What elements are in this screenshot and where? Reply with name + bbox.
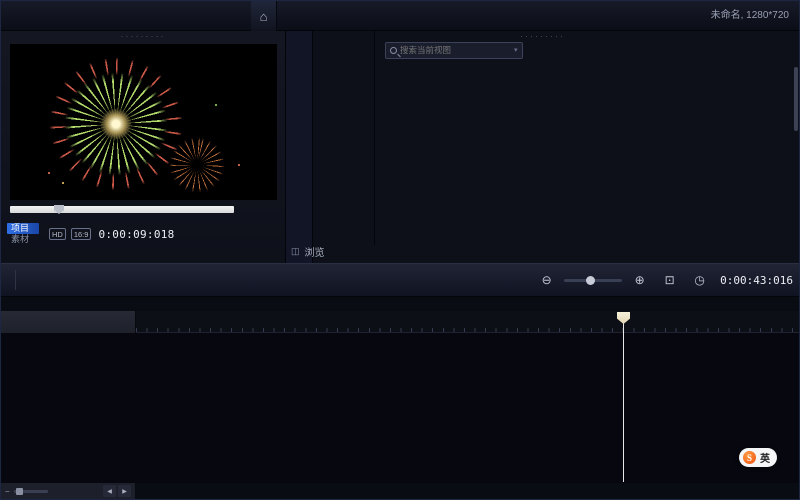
scrub-bar[interactable] — [10, 206, 234, 213]
timeline-bottom-strip: − ◀ ▶ — [1, 483, 799, 499]
zoom-minus-icon[interactable]: − — [5, 487, 10, 496]
preview-timecode[interactable]: 0:00:09:018 — [98, 228, 174, 241]
chevron-down-icon[interactable]: ▾ — [514, 46, 518, 54]
toolbar-divider — [15, 270, 16, 290]
library-type-strip — [286, 31, 313, 263]
zoom-out-icon[interactable]: ⊖ — [534, 268, 559, 292]
zoom-slider-thumb[interactable] — [586, 276, 595, 285]
firework-core — [100, 108, 132, 140]
library-toolbar: ▾ — [375, 37, 797, 63]
scroll-left-button[interactable]: ◀ — [103, 485, 116, 497]
search-icon — [390, 47, 397, 54]
preview-panel: 项目 素材 HD 16:9 0:00:09:018 — [1, 31, 286, 263]
menubar: ⌂ 未命名, 1280*720 — [1, 1, 799, 31]
ruler-row — [1, 311, 799, 333]
zoom-slider[interactable] — [564, 279, 622, 282]
mode-clip[interactable]: 素材 — [7, 234, 39, 245]
playhead-line[interactable] — [623, 313, 624, 482]
zoom-in-icon[interactable]: ⊕ — [627, 268, 652, 292]
sogou-logo-icon: S — [743, 451, 756, 464]
library-categories — [313, 31, 375, 245]
library-panel: ◫ 浏览 ▾ — [286, 31, 799, 263]
spark — [48, 172, 50, 174]
timeline-ruler[interactable] — [136, 311, 799, 333]
project-title: 未命名, 1280*720 — [711, 1, 789, 31]
hd-badge[interactable]: HD — [49, 228, 66, 240]
search-box[interactable]: ▾ — [385, 42, 523, 59]
track-header-tools — [1, 311, 136, 333]
hscroll-area[interactable] — [136, 483, 799, 499]
home-icon: ⌂ — [260, 9, 268, 24]
preview-video — [10, 44, 277, 200]
category-header — [313, 41, 374, 61]
timeline-spacer — [1, 297, 799, 311]
library-grid — [375, 65, 795, 249]
aspect-badge[interactable]: 16:9 — [71, 228, 92, 240]
timeline-hscroll: − ◀ ▶ — [1, 483, 136, 499]
mini-zoom-thumb[interactable] — [16, 488, 23, 495]
spark — [238, 164, 240, 166]
library-scrollbar[interactable] — [794, 67, 798, 131]
mode-tabs: ⌂ — [251, 1, 277, 31]
scroll-right-button[interactable]: ▶ — [118, 485, 131, 497]
ime-badge[interactable]: S 英 — [739, 448, 777, 467]
ime-mode-label: 英 — [760, 450, 770, 465]
scrub-handle[interactable] — [54, 205, 64, 214]
app-window: ⌂ 未命名, 1280*720 项目 — [0, 0, 800, 500]
browse-icon: ◫ — [291, 246, 300, 257]
mini-zoom-track[interactable] — [14, 490, 48, 493]
preview-mode-switch: 项目 素材 — [7, 223, 39, 245]
browse-label: 浏览 — [305, 244, 325, 259]
clock-icon[interactable]: ◷ — [687, 268, 712, 292]
timeline-timecode[interactable]: 0:00:43:016 — [720, 274, 793, 287]
playback-controls: 项目 素材 HD 16:9 0:00:09:018 — [7, 221, 281, 247]
firework-small-burst — [168, 136, 226, 194]
spark — [215, 104, 217, 106]
mode-project[interactable]: 项目 — [7, 223, 39, 234]
toolbar-right: ⊖ ⊕ ⊡ ◷ 0:00:43:016 — [534, 268, 793, 292]
panel-drag-handle[interactable] — [121, 32, 166, 40]
timeline-tracks — [1, 333, 799, 483]
spark — [62, 182, 64, 184]
timeline-toolbar: ⊖ ⊕ ⊡ ◷ 0:00:43:016 — [1, 263, 799, 297]
browse-row[interactable]: ◫ 浏览 — [291, 244, 325, 259]
fit-timeline-icon[interactable]: ⊡ — [657, 268, 682, 292]
search-input[interactable] — [400, 45, 511, 55]
home-button[interactable]: ⌂ — [251, 1, 277, 31]
